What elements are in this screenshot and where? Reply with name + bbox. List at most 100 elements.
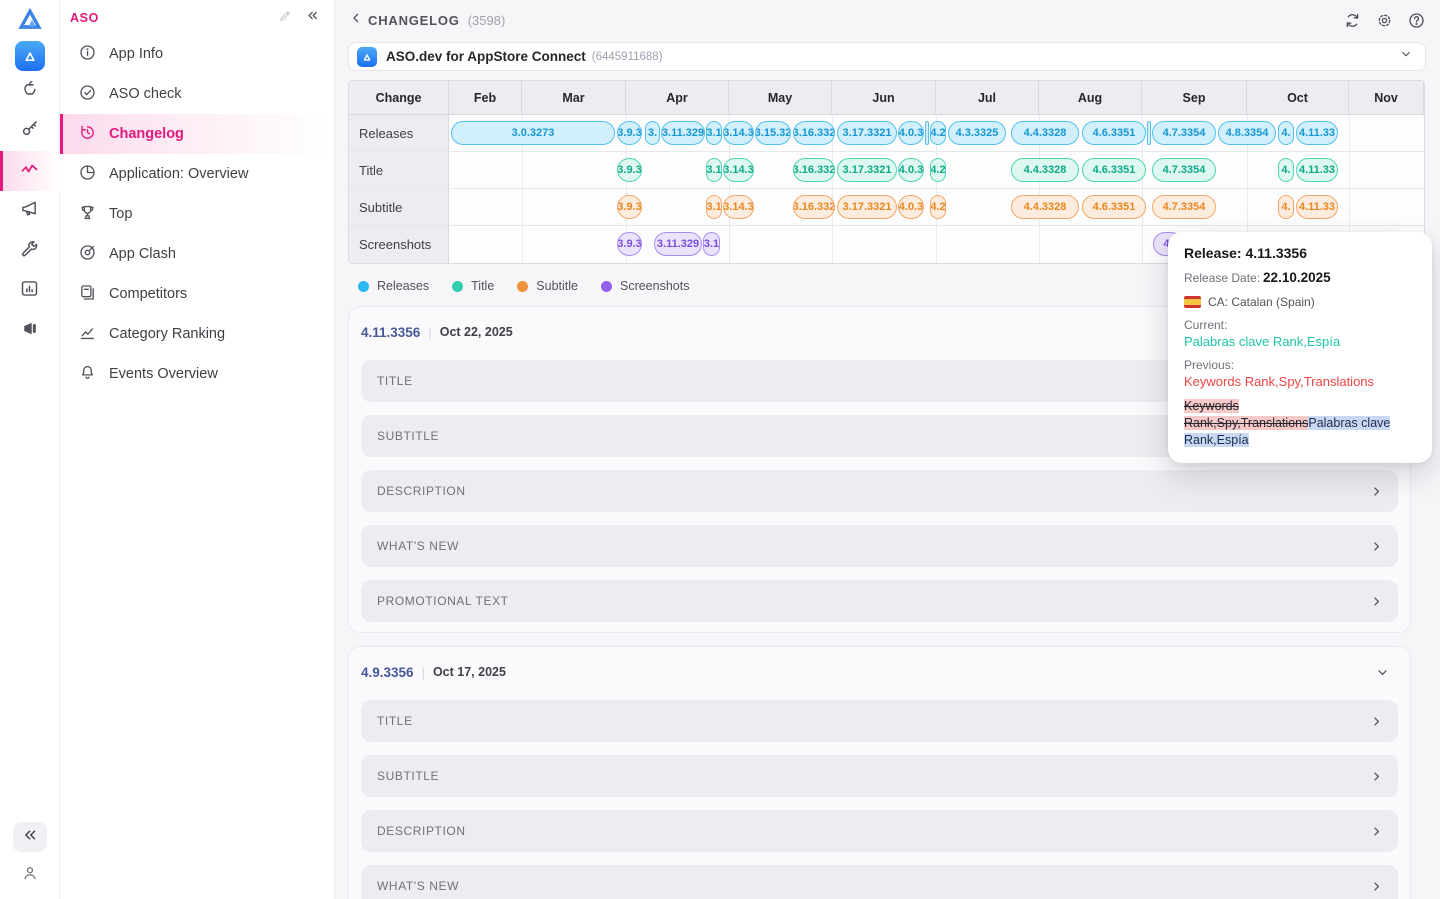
rail-item-chart-panel[interactable] [0,271,60,311]
competitors-icon [78,283,97,306]
title-pill[interactable]: 3.1 [706,158,722,182]
title-pill[interactable]: 3.9.3 [617,158,642,182]
screenshots-pill[interactable]: 3.9.3 [617,232,642,256]
sidebar-item-app-clash[interactable]: App Clash [60,234,334,274]
releases-pill[interactable]: 4.7.3354 [1152,121,1216,145]
sidebar-title: ASO [70,11,99,25]
back-button[interactable] [348,10,364,31]
releases-pill[interactable]: 4.3.3325 [948,121,1006,145]
gridline [522,189,523,225]
releases-pill[interactable]: 3. [645,121,660,145]
sidebar-item-events-overview[interactable]: Events Overview [60,354,334,394]
title-pill[interactable]: 3.16.332 [793,158,835,182]
timeline-row-label: Releases [349,115,449,151]
subtitle-pill[interactable]: 3.17.3321 [837,195,897,219]
rail-item-wrench[interactable] [0,231,60,271]
subtitle-pill[interactable]: 4.0.3 [898,195,924,219]
rail-item-key[interactable] [0,111,60,151]
releases-pill[interactable]: 4.4.3328 [1011,121,1079,145]
releases-pill[interactable]: 3.16.332 [793,121,835,145]
sidebar-item-top[interactable]: Top [60,194,334,234]
releases-pill[interactable]: 4.8.3354 [1218,121,1276,145]
releases-pill[interactable]: 3.14.3 [723,121,754,145]
version-link[interactable]: 4.9.3356 [361,665,414,680]
accordion-row-what-s-new[interactable]: WHAT'S NEW [361,865,1398,899]
subtitle-pill[interactable]: 3.16.332 [793,195,835,219]
accordion-row-label: SUBTITLE [377,769,439,783]
sidebar-item-app-info[interactable]: App Info [60,34,334,74]
sidebar-item-application-overview[interactable]: Application: Overview [60,154,334,194]
help-button[interactable] [1407,11,1426,30]
sidebar-collapse-icon[interactable] [305,8,320,28]
title-pill[interactable]: 3.17.3321 [837,158,897,182]
legend-item-releases[interactable]: Releases [358,279,429,293]
legend-item-screenshots[interactable]: Screenshots [601,279,689,293]
accordion-row-what-s-new[interactable]: WHAT'S NEW [361,525,1398,567]
video-icon [19,318,40,344]
settings-button[interactable] [1375,11,1394,30]
user-account-button[interactable] [21,864,39,887]
accordion-row-subtitle[interactable]: SUBTITLE [361,755,1398,797]
legend-item-title[interactable]: Title [452,279,494,293]
timeline-col-sep: Sep [1142,81,1247,114]
screenshots-pill[interactable]: 3.1 [703,232,720,256]
sidebar-item-aso-check[interactable]: ASO check [60,74,334,114]
title-pill[interactable]: 4.4.3328 [1011,158,1079,182]
sidebar-item-changelog[interactable]: Changelog [60,114,334,154]
version-link[interactable]: 4.11.3356 [361,325,420,340]
sidebar-item-label: App Info [109,46,163,62]
pie-chart-icon [78,163,97,186]
releases-pill[interactable]: 4.6.3351 [1082,121,1146,145]
releases-pill[interactable]: 3.1 [706,121,722,145]
screenshots-pill[interactable]: 3.11.329 [654,232,702,256]
active-app-icon[interactable] [15,41,45,71]
rail-collapse-button[interactable] [13,822,47,852]
version-card-header[interactable]: 4.9.3356|Oct 17, 2025 [349,657,1410,687]
subtitle-pill[interactable]: 4. [1278,195,1294,219]
releases-pill[interactable] [1147,121,1151,145]
releases-pill[interactable] [925,121,929,145]
app-selector-name: ASO.dev for AppStore Connect [386,49,586,64]
subtitle-pill[interactable]: 4.2 [930,195,946,219]
releases-pill[interactable]: 3.0.3273 [451,121,615,145]
timeline-col-mar: Mar [522,81,626,114]
releases-pill[interactable]: 4.0.3 [898,121,924,145]
releases-pill[interactable]: 4.2 [930,121,946,145]
subtitle-pill[interactable]: 3.9.3 [617,195,642,219]
rail-item-video[interactable] [0,311,60,351]
releases-pill[interactable]: 3.17.3321 [837,121,897,145]
tooltip-previous-label: Previous: [1184,358,1416,372]
accordion-row-title[interactable]: TITLE [361,700,1398,742]
title-pill[interactable]: 4. [1278,158,1294,182]
accordion-row-promotional-text[interactable]: PROMOTIONAL TEXT [361,580,1398,622]
legend-item-subtitle[interactable]: Subtitle [517,279,578,293]
title-pill[interactable]: 3.14.3 [723,158,754,182]
chevron-right-icon [1369,594,1384,609]
title-pill[interactable]: 4.7.3354 [1152,158,1216,182]
subtitle-pill[interactable]: 4.6.3351 [1082,195,1146,219]
subtitle-pill[interactable]: 4.4.3328 [1011,195,1079,219]
edit-pencil-icon[interactable] [278,8,293,28]
title-pill[interactable]: 4.6.3351 [1082,158,1146,182]
releases-pill[interactable]: 3.11.329 [661,121,705,145]
releases-pill[interactable]: 3.15.32 [755,121,791,145]
title-pill[interactable]: 4.11.33 [1296,158,1338,182]
subtitle-pill[interactable]: 4.11.33 [1296,195,1338,219]
app-selector[interactable]: ASO.dev for AppStore Connect (6445911688… [348,42,1426,71]
title-pill[interactable]: 4.0.3 [898,158,924,182]
sidebar-item-competitors[interactable]: Competitors [60,274,334,314]
rail-item-apple[interactable] [0,71,60,111]
releases-pill[interactable]: 4. [1278,121,1294,145]
sidebar-item-category-ranking[interactable]: Category Ranking [60,314,334,354]
subtitle-pill[interactable]: 3.1 [706,195,722,219]
refresh-button[interactable] [1343,11,1362,30]
subtitle-pill[interactable]: 4.7.3354 [1152,195,1216,219]
subtitle-pill[interactable]: 3.14.3 [723,195,754,219]
accordion-row-description[interactable]: DESCRIPTION [361,470,1398,512]
rail-item-megaphone[interactable] [0,191,60,231]
releases-pill[interactable]: 3.9.3 [617,121,642,145]
title-pill[interactable]: 4.2 [930,158,946,182]
accordion-row-description[interactable]: DESCRIPTION [361,810,1398,852]
releases-pill[interactable]: 4.11.33 [1296,121,1338,145]
rail-item-pulse[interactable] [0,151,60,191]
